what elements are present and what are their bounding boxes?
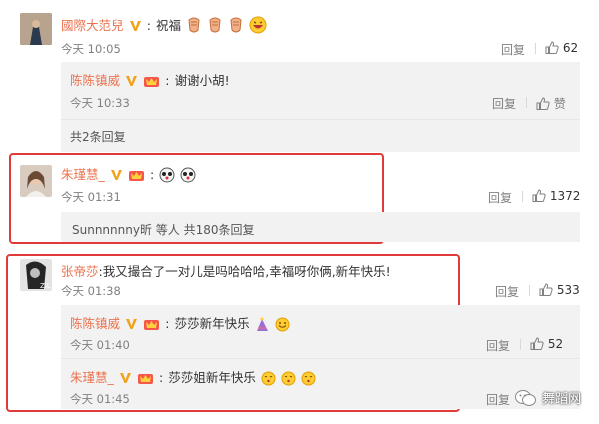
like-count: 62 [562, 41, 579, 55]
divider [61, 119, 580, 120]
emoji-panda-icon [159, 167, 175, 183]
more-replies-link[interactable]: 共2条回复 [70, 128, 126, 145]
verified-v-icon [110, 170, 122, 180]
username[interactable]: 朱瑾慧_ [70, 370, 114, 385]
verified-v-icon [126, 319, 138, 329]
avatar[interactable]: ZIL [20, 259, 52, 291]
like-count: 533 [556, 283, 580, 297]
reply-text: 谢谢小胡! [174, 73, 230, 88]
reply-header: 陈陈镇威 : 莎莎新年快乐 [70, 313, 290, 332]
reply-button[interactable]: 回复 [495, 283, 519, 300]
emoji-panda-icon [180, 167, 196, 183]
username[interactable]: 陈陈镇威 [70, 316, 120, 331]
emoji-hands-icon [209, 17, 221, 33]
like-button[interactable]: 赞 [536, 95, 566, 112]
avatar[interactable] [20, 13, 52, 45]
like-count: 52 [547, 337, 564, 351]
like-button[interactable]: 533 [539, 283, 580, 297]
reply-button[interactable]: 回复 [501, 41, 525, 58]
verified-v-icon [119, 373, 131, 383]
colon: : [146, 18, 151, 33]
reply-header: 陈陈镇威 : 谢谢小胡! [70, 70, 230, 89]
vip-crown-icon [144, 320, 160, 330]
avatar[interactable] [20, 165, 52, 197]
emoji-smirk-icon [281, 371, 296, 386]
timestamp: 今天 01:31 [61, 190, 121, 204]
avatar-photo: ZIL [20, 259, 52, 291]
separator [522, 191, 523, 202]
username[interactable]: 國際大范兒 [61, 18, 124, 33]
timestamp: 今天 10:05 [61, 42, 121, 56]
username[interactable]: 朱瑾慧_ [61, 167, 105, 182]
comment-header: 朱瑾慧_ : [61, 164, 196, 183]
timestamp: 今天 01:40 [70, 338, 130, 352]
username[interactable]: 陈陈镇威 [70, 73, 120, 88]
timestamp: 今天 10:33 [70, 96, 130, 110]
reply-button[interactable]: 回复 [488, 189, 512, 206]
emoji-smirk-icon [301, 371, 316, 386]
colon: : [150, 167, 155, 182]
emoji-smile-icon [275, 317, 290, 332]
thumbs-up-icon [536, 97, 550, 110]
reply-text: 莎莎新年快乐 [174, 316, 250, 331]
separator [535, 43, 536, 54]
emoji-hands-icon [230, 17, 242, 33]
watermark-text: 舞蹈网 [542, 392, 582, 407]
thumbs-up-icon [532, 189, 546, 202]
thumbs-up-icon [545, 41, 559, 54]
emoji-laugh-icon [249, 16, 267, 34]
emoji-party-icon [256, 317, 268, 331]
svg-text:ZIL: ZIL [40, 282, 51, 290]
colon: : [165, 316, 170, 331]
emoji-hands-icon [188, 17, 200, 33]
like-count: 1372 [549, 189, 581, 203]
reply-text: 莎莎姐新年快乐 [168, 370, 256, 385]
separator [526, 97, 527, 108]
timestamp: 今天 01:45 [70, 392, 130, 406]
reply-header: 朱瑾慧_ : 莎莎姐新年快乐 [70, 367, 316, 386]
vip-crown-icon [137, 374, 153, 384]
separator [529, 285, 530, 296]
divider [61, 358, 580, 359]
wechat-icon [515, 390, 536, 406]
thumbs-up-icon [530, 337, 544, 350]
like-button[interactable]: 62 [545, 41, 578, 55]
username[interactable]: 张帝莎 [61, 264, 99, 279]
timestamp: 今天 01:38 [61, 284, 121, 298]
colon: : [165, 73, 170, 88]
watermark: 舞蹈网 [515, 388, 581, 407]
verified-v-icon [126, 76, 138, 86]
thumbs-up-icon [539, 283, 553, 296]
avatar-photo [20, 165, 52, 197]
like-button[interactable]: 52 [530, 337, 563, 351]
reply-button[interactable]: 回复 [486, 391, 510, 408]
comment-header: 國際大范兒 : 祝福 [61, 15, 267, 34]
reply-button[interactable]: 回复 [486, 337, 510, 354]
reply-button[interactable]: 回复 [492, 95, 516, 112]
like-button[interactable]: 1372 [532, 189, 580, 203]
verified-v-icon [129, 21, 141, 31]
vip-crown-icon [128, 171, 144, 181]
comment-header: 张帝莎:我又撮合了一对儿是吗哈哈哈,幸福呀你俩,新年快乐! [61, 261, 391, 280]
avatar-photo [20, 13, 52, 45]
separator [520, 339, 521, 350]
colon: : [159, 370, 164, 385]
more-replies-link[interactable]: Sunnnnnny昕 等人 共180条回复 [72, 221, 255, 238]
comment-text: 我又撮合了一对儿是吗哈哈哈,幸福呀你俩,新年快乐! [102, 264, 391, 279]
vip-crown-icon [144, 77, 160, 87]
emoji-smirk-icon [261, 371, 276, 386]
like-label: 赞 [553, 97, 566, 111]
comment-text: 祝福 [156, 18, 182, 33]
